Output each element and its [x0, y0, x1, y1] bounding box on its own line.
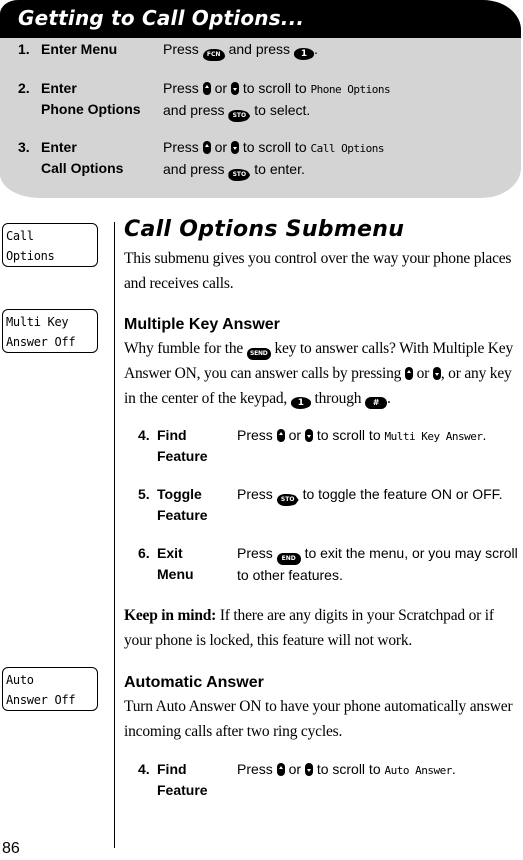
sto-key-icon: STO [228, 110, 251, 122]
step-number: 1. [18, 41, 30, 57]
scroll-down-key-icon [304, 429, 313, 442]
lcd-text: Phone Options [310, 83, 391, 96]
lcd-text: Auto Answer [384, 764, 453, 777]
scroll-up-key-icon [276, 429, 285, 442]
step-description: Press END to exit the menu, or you may s… [237, 545, 518, 583]
margin-rule [114, 222, 115, 848]
lcd-display-multi-key: Multi Key Answer Off [2, 309, 98, 353]
step-description: Press FCN and press 1. [163, 41, 318, 61]
multi-key-heading: Multiple Key Answer [124, 316, 280, 333]
sto-key-icon: STO [276, 494, 299, 506]
getting-to-panel: Getting to Call Options... 1. Enter Menu… [0, 0, 521, 198]
scroll-down-key-icon [230, 141, 239, 154]
scroll-up-key-icon [276, 763, 285, 776]
panel-header: Getting to Call Options... [0, 0, 521, 38]
auto-answer-heading: Automatic Answer [124, 674, 264, 691]
step-description: Press STO to toggle the feature ON or OF… [237, 484, 523, 506]
panel-title: Getting to Call Options... [18, 6, 305, 30]
step-number: 2. [18, 80, 30, 96]
scroll-down-key-icon [432, 367, 441, 380]
step-label: Enter Call Options [41, 139, 124, 176]
lcd-text: Call Options [310, 142, 385, 155]
scroll-up-key-icon [404, 367, 413, 380]
end-key-icon: END [276, 553, 301, 565]
fcn-key-icon: FCN [202, 49, 225, 61]
step-description: Press or to scroll to Phone Options and … [163, 78, 503, 122]
step-label: Enter Menu [41, 41, 118, 57]
hash-key-icon: # [365, 397, 387, 409]
keep-in-mind-note: Keep in mind: If there are any digits in… [124, 607, 494, 649]
step-label: Exit Menu [157, 545, 194, 582]
lcd-display-call-options: Call Options [2, 223, 98, 267]
step-description: Press or to scroll to Multi Key Answer. [237, 427, 487, 443]
scroll-up-key-icon [202, 141, 211, 154]
scroll-down-key-icon [304, 763, 313, 776]
one-key-icon: 1 [293, 48, 314, 60]
step-label: Enter Phone Options [41, 80, 141, 117]
lcd-display-auto-answer: Auto Answer Off [2, 667, 98, 711]
step-label: Find Feature [157, 427, 208, 464]
step-number: 3. [18, 139, 30, 155]
step-description: Press or to scroll to Auto Answer. [237, 761, 456, 777]
one-key-icon: 1 [290, 397, 311, 409]
multi-key-description: Why fumble for the SEND key to answer ca… [124, 340, 514, 409]
send-key-icon: SEND [246, 348, 271, 360]
scroll-up-key-icon [202, 82, 211, 95]
page-number: 86 [2, 840, 20, 857]
step-label: Find Feature [157, 761, 208, 798]
lcd-text: Multi Key Answer [384, 430, 483, 443]
sto-key-icon: STO [228, 169, 251, 181]
scroll-down-key-icon [230, 82, 239, 95]
section-intro: This submenu gives you control over the … [124, 250, 512, 292]
step-description: Press or to scroll to Call Options and p… [163, 137, 503, 181]
step-label: Toggle Feature [157, 486, 208, 523]
auto-answer-description: Turn Auto Answer ON to have your phone a… [124, 698, 513, 740]
section-title: Call Options Submenu [124, 217, 405, 242]
